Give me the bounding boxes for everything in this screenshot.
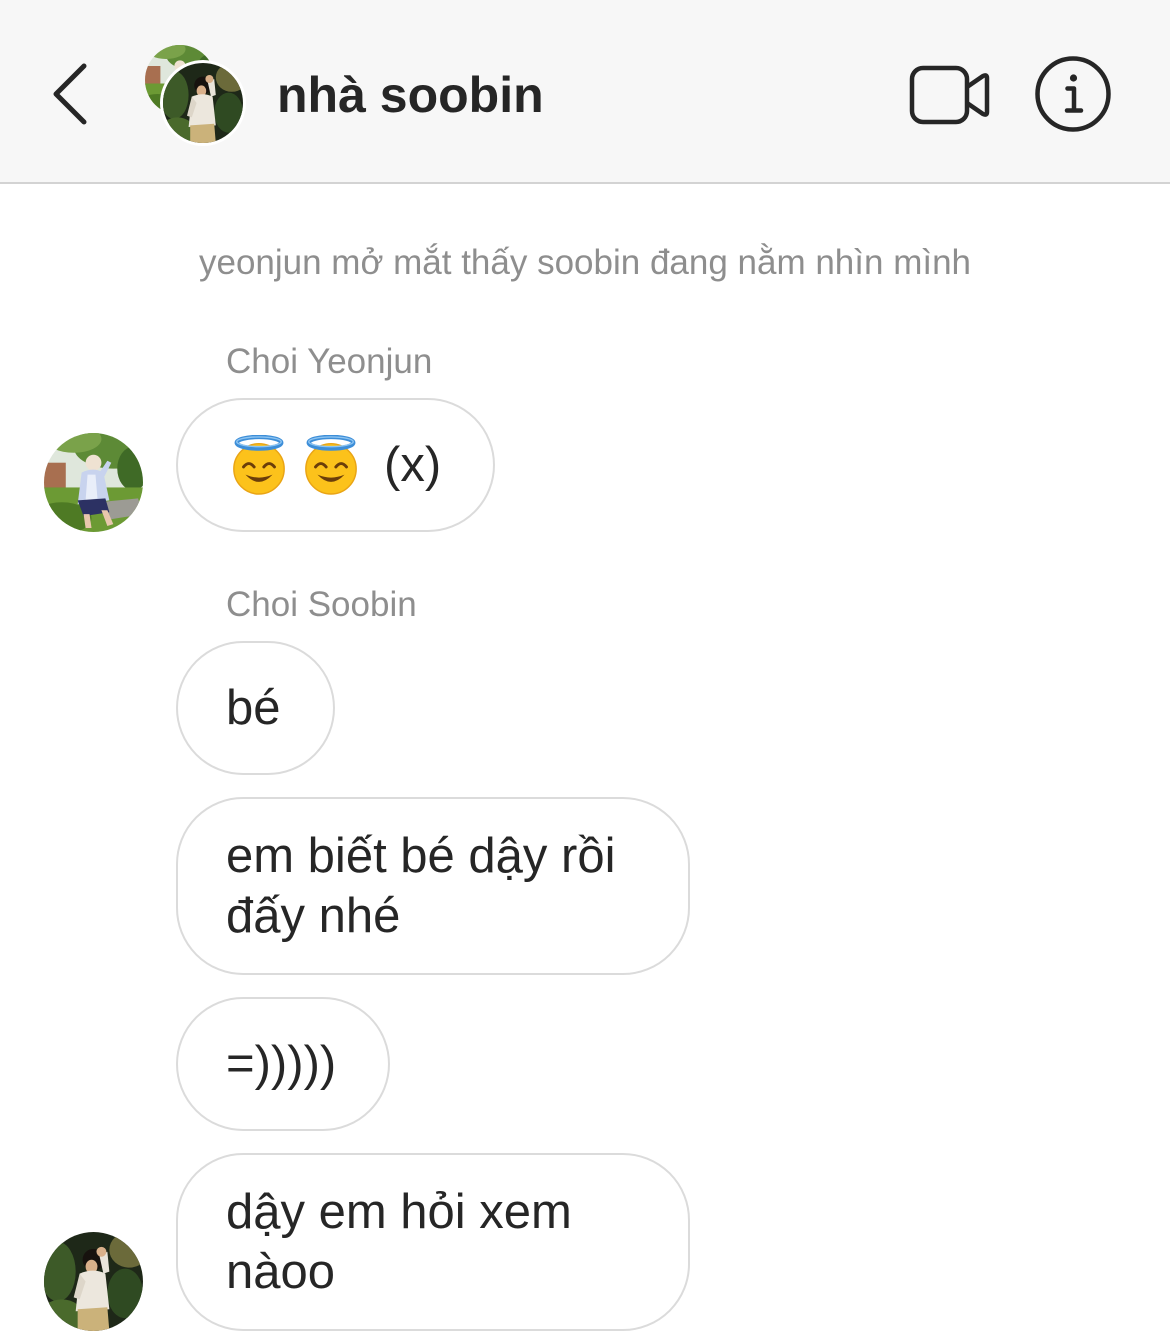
group-avatar-member-photo — [160, 60, 246, 146]
avatar-choi-yeonjun[interactable] — [44, 433, 143, 532]
back-button[interactable] — [48, 60, 92, 128]
chat-title[interactable]: nhà soobin — [277, 65, 544, 125]
message-bubble[interactable]: dậy em hỏi xem nàoo — [176, 1153, 690, 1331]
info-icon — [1035, 56, 1111, 132]
sender-name: Choi Soobin — [226, 585, 417, 624]
avatar-choi-soobin[interactable] — [44, 1232, 143, 1331]
message-text: =))))) — [226, 1037, 337, 1091]
message-row: (x) — [0, 398, 1170, 532]
video-camera-icon — [909, 65, 990, 125]
group-avatar[interactable] — [140, 40, 250, 150]
video-call-button[interactable] — [906, 62, 992, 128]
message-bubble[interactable]: =))))) — [176, 997, 391, 1131]
message-text: (x) — [384, 438, 442, 492]
message-text: em biết bé dậy rồi đấy nhé — [226, 829, 616, 943]
chat-header: nhà soobin — [0, 0, 1170, 184]
message-row: bé — [0, 641, 1170, 775]
message-bubble[interactable]: (x) — [176, 398, 496, 532]
sender-name: Choi Yeonjun — [226, 342, 433, 381]
info-button[interactable] — [1034, 55, 1112, 133]
smiling-face-with-halo-icon — [228, 435, 290, 495]
message-bubble[interactable]: bé — [176, 641, 335, 775]
message-thread[interactable]: yeonjun mở mắt thấy soobin đang nằm nhìn… — [0, 184, 1170, 1331]
message-bubble[interactable]: em biết bé dậy rồi đấy nhé — [176, 797, 690, 975]
chevron-left-icon — [53, 63, 87, 125]
message-text: bé — [226, 681, 281, 735]
message-row: dậy em hỏi xem nàoo — [0, 1153, 1170, 1331]
smiling-face-with-halo-icon — [300, 435, 362, 495]
message-row: =))))) — [0, 997, 1170, 1131]
message-text: dậy em hỏi xem nàoo — [226, 1185, 572, 1299]
system-message: yeonjun mở mắt thấy soobin đang nằm nhìn… — [198, 243, 972, 282]
message-row: em biết bé dậy rồi đấy nhé — [0, 797, 1170, 975]
